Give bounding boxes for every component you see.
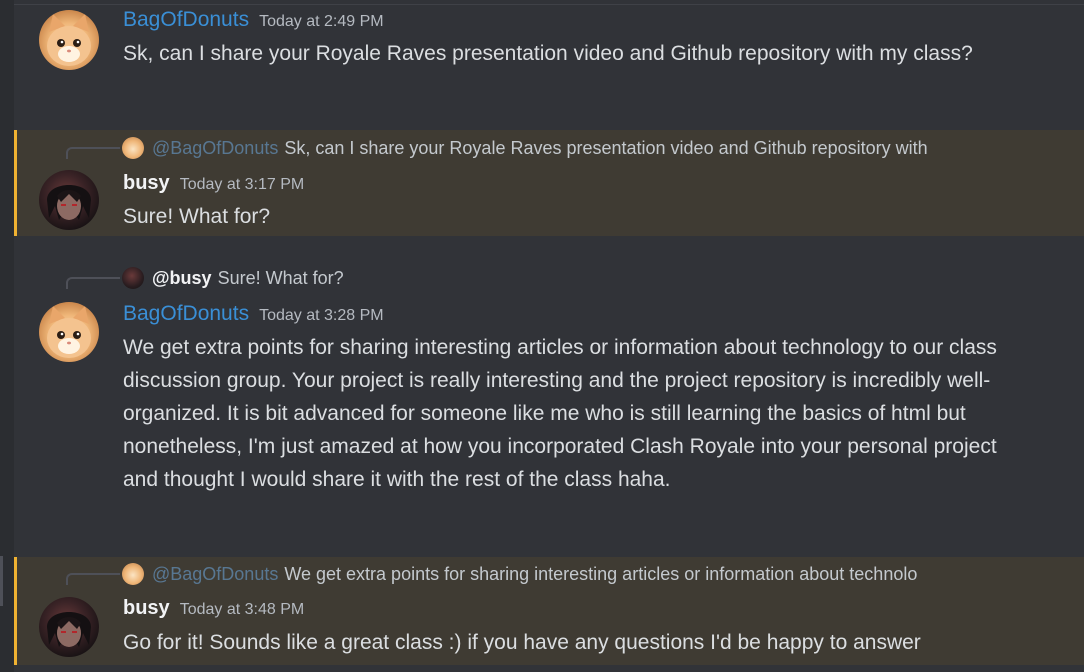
message-text: We get extra points for sharing interest… <box>123 336 997 491</box>
message[interactable]: @busy Sure! What for? BagOfDonuts Today a… <box>14 262 1084 532</box>
cat-mini-avatar-icon <box>122 137 144 159</box>
reply-preview-text: Sure! What for? <box>217 267 344 288</box>
reply-connector <box>66 147 120 159</box>
reply-mention[interactable]: @BagOfDonuts <box>152 564 278 585</box>
busy-avatar-icon[interactable] <box>39 170 99 230</box>
username[interactable]: BagOfDonuts <box>123 302 249 325</box>
message-header: BagOfDonuts Today at 2:49 PM <box>123 8 384 32</box>
chat-window: BagOfDonuts Today at 2:49 PM Sk, can I sh… <box>0 0 1084 672</box>
timestamp[interactable]: Today at 2:49 PM <box>259 13 384 30</box>
message-text: Go for it! Sounds like a great class :) … <box>123 631 921 654</box>
cat-avatar-icon[interactable] <box>39 10 99 70</box>
reply-preview-text: We get extra points for sharing interest… <box>284 563 918 584</box>
username[interactable]: busy <box>123 597 170 619</box>
timestamp[interactable]: Today at 3:28 PM <box>259 307 384 324</box>
message-header: busy Today at 3:17 PM <box>123 172 304 195</box>
timestamp[interactable]: Today at 3:48 PM <box>180 601 305 618</box>
reply-preview[interactable]: @BagOfDonuts We get extra points for sha… <box>122 562 982 586</box>
timestamp[interactable]: Today at 3:17 PM <box>180 176 305 193</box>
cat-mini-avatar-icon <box>122 563 144 585</box>
message[interactable]: @BagOfDonuts We get extra points for sha… <box>14 557 1084 665</box>
username[interactable]: BagOfDonuts <box>123 8 249 31</box>
message-header: BagOfDonuts Today at 3:28 PM <box>123 302 384 326</box>
cat-avatar-icon[interactable] <box>39 302 99 362</box>
busy-avatar-icon[interactable] <box>39 597 99 657</box>
reply-connector <box>66 573 120 585</box>
reply-preview[interactable]: @BagOfDonuts Sk, can I share your Royale… <box>122 136 928 160</box>
message-text: Sk, can I share your Royale Raves presen… <box>123 42 973 65</box>
reply-connector <box>66 277 120 289</box>
message-text: Sure! What for? <box>123 205 271 228</box>
message[interactable]: BagOfDonuts Today at 2:49 PM Sk, can I sh… <box>14 0 1084 120</box>
reply-preview-text: Sk, can I share your Royale Raves presen… <box>284 137 928 158</box>
username[interactable]: busy <box>123 172 170 194</box>
reply-mention[interactable]: @busy <box>152 268 212 289</box>
message-header: busy Today at 3:48 PM <box>123 597 304 620</box>
scroll-indicator[interactable] <box>0 556 3 606</box>
busy-mini-avatar-icon <box>122 267 144 289</box>
reply-mention[interactable]: @BagOfDonuts <box>152 138 278 159</box>
reply-preview[interactable]: @busy Sure! What for? <box>122 266 344 290</box>
message[interactable]: @BagOfDonuts Sk, can I share your Royale… <box>14 130 1084 236</box>
